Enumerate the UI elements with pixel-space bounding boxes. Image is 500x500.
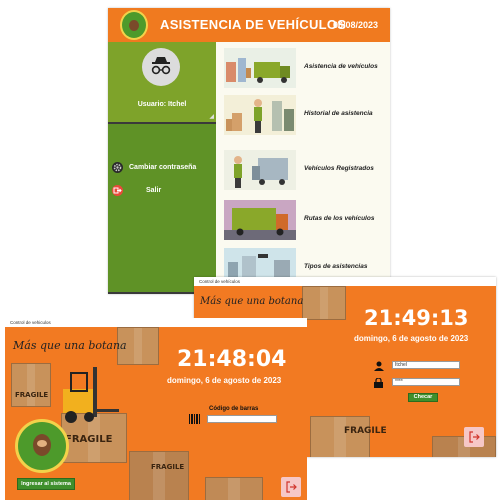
user-field[interactable]: Itchel [392, 361, 460, 369]
history-row[interactable]: Historial de asistencia [224, 95, 390, 135]
check-button[interactable]: Checar [408, 393, 438, 402]
clock-date: domingo, 6 de agosto de 2023 [167, 376, 282, 385]
row-label: Vehículos Registrados [304, 165, 374, 172]
fragile-label: FRAGILE [65, 434, 113, 445]
exit-button[interactable] [464, 427, 484, 447]
cardboard-box [129, 451, 189, 500]
sidebar: Usuario: Itchel ◢ Cambiar contraseña Sal… [108, 42, 216, 294]
window-titlebar: Control de vehiculos [5, 318, 307, 327]
barcode-label: Código de barras [209, 406, 259, 412]
menu-label: Salir [146, 187, 162, 194]
exit-icon [112, 185, 123, 196]
attendance-row[interactable]: Asistencia de vehículos [224, 48, 390, 88]
clock-time: 21:49:13 [364, 306, 469, 330]
header-date: 06/08/2023 [332, 20, 378, 30]
fragile-label: FRAGILE [344, 426, 387, 436]
main-login-window: Control de vehiculos FRAGILE FRAGILE FRA… [5, 318, 307, 500]
window-title: ASISTENCIA DE VEHÍCULOS [160, 17, 347, 32]
user-panel: Usuario: Itchel ◢ [108, 42, 216, 122]
menu-panel: Cambiar contraseña Salir [108, 124, 216, 292]
exit-icon [469, 431, 480, 443]
row-label: Historial de asistencia [304, 110, 373, 117]
user-icon [374, 358, 384, 376]
menu-label: Cambiar contraseña [129, 164, 197, 171]
worker-illustration [224, 95, 296, 135]
clock-time: 21:48:04 [177, 347, 287, 372]
row-label: Rutas de los vehículos [304, 215, 375, 222]
routes-row[interactable]: Rutas de los vehículos [224, 200, 390, 240]
user-label: Usuario: Itchel [137, 101, 187, 108]
cardboard-box [310, 416, 370, 457]
resize-grip-icon: ◢ [209, 114, 214, 120]
fragile-label: FRAGILE [151, 463, 185, 471]
truck-illustration [224, 48, 296, 88]
incognito-icon [151, 57, 171, 75]
slogan: Más que una botana [13, 339, 127, 352]
exit-button[interactable] [281, 477, 301, 497]
truck-driver-illustration [224, 150, 296, 190]
header-bar: ASISTENCIA DE VEHÍCULOS 06/08/2023 [108, 8, 390, 42]
vehicle-attendance-window: ASISTENCIA DE VEHÍCULOS 06/08/2023 Usuar… [108, 8, 390, 294]
orange-background: FRAGILE FRAGILE FRAGILE Más que una bota… [5, 327, 307, 500]
fragile-label: FRAGILE [15, 391, 49, 399]
clock-date: domingo, 6 de agosto de 2023 [354, 334, 469, 343]
barcode-field[interactable] [207, 415, 277, 423]
forklift-illustration [63, 367, 119, 423]
cardboard-box [205, 477, 263, 500]
window-titlebar: Control de vehículos [194, 277, 496, 286]
barcode-icon [189, 411, 201, 429]
row-label: Asistencia de vehículos [304, 63, 378, 70]
botanas-sherlyn-logo [15, 419, 69, 473]
exit-icon [286, 481, 297, 493]
slogan: Más que una botana [200, 296, 304, 307]
cardboard-box [302, 286, 346, 320]
lock-icon [373, 375, 384, 393]
password-field[interactable]: **** [392, 378, 460, 386]
gear-icon [112, 162, 123, 173]
botanas-sherlyn-logo [120, 10, 148, 40]
route-truck-illustration [224, 200, 296, 240]
registered-vehicles-row[interactable]: Vehículos Registrados [224, 150, 390, 190]
row-label: Tipos de asistencias [304, 263, 368, 270]
cardboard-box [11, 363, 51, 407]
avatar [142, 48, 180, 86]
enter-system-button[interactable]: Ingresar al sistema [17, 478, 75, 490]
